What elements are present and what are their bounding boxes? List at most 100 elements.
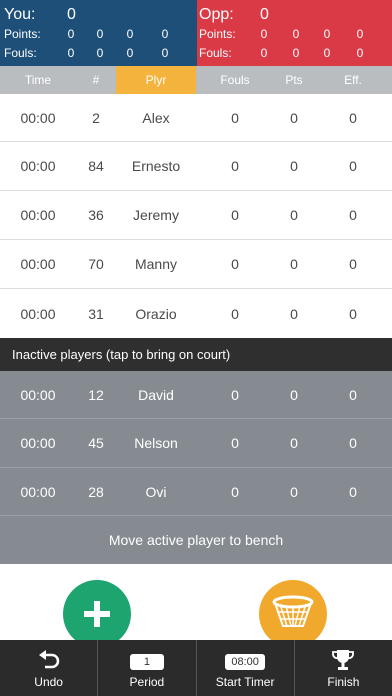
player-points: 0	[290, 109, 298, 126]
inactive-player-row[interactable]: 00:00 12 David 0 0 0	[0, 371, 392, 419]
player-name: Orazio	[135, 305, 177, 322]
team-you-points-q2: 0	[96, 27, 104, 41]
player-fouls: 0	[231, 435, 239, 451]
player-name: Ovi	[145, 483, 167, 500]
player-fouls: 0	[231, 109, 239, 126]
finish-label: Finish	[327, 675, 360, 689]
inactive-players-banner: Inactive players (tap to bring on court)	[0, 338, 392, 371]
active-player-row[interactable]: 00:00 70 Manny 0 0 0	[0, 240, 392, 289]
team-opp-points-q2: 0	[292, 27, 300, 41]
undo-label: Undo	[34, 675, 63, 689]
player-points: 0	[290, 158, 298, 174]
player-points: 0	[290, 386, 298, 403]
period-value: 1	[129, 654, 164, 670]
player-name: David	[138, 386, 174, 403]
player-efficiency: 0	[349, 435, 357, 451]
player-fouls: 0	[231, 207, 239, 223]
start-timer-button[interactable]: 08:00 Start Timer	[197, 640, 295, 696]
player-points: 0	[290, 256, 298, 272]
add-player-button[interactable]	[63, 580, 131, 648]
inactive-player-row[interactable]: 00:00 28 Ovi 0 0 0	[0, 468, 392, 516]
player-points: 0	[290, 305, 298, 322]
player-number: 28	[88, 483, 104, 500]
team-opp-fouls-q1: 0	[260, 46, 268, 60]
team-opp-fouls-q2: 0	[292, 46, 300, 60]
period-label: Period	[129, 675, 165, 689]
column-number[interactable]: #	[76, 66, 116, 94]
player-efficiency: 0	[349, 158, 357, 174]
team-opp-fouls-label: Fouls:	[199, 46, 232, 60]
active-player-row[interactable]: 00:00 84 Ernesto 0 0 0	[0, 142, 392, 191]
player-time: 00:00	[20, 483, 56, 500]
timer-value: 08:00	[225, 654, 265, 670]
player-name: Alex	[142, 109, 170, 126]
player-efficiency: 0	[349, 256, 357, 272]
player-time: 00:00	[20, 109, 56, 126]
active-player-row[interactable]: 00:00 31 Orazio 0 0 0	[0, 289, 392, 338]
player-points: 0	[290, 435, 298, 451]
team-you-label: You:	[4, 6, 36, 23]
player-number: 70	[88, 256, 104, 272]
team-opp-panel: Opp: 0 Points: 0 0 0 0 Fouls: 0 0 0 0	[197, 0, 392, 66]
team-you-fouls-label: Fouls:	[4, 46, 37, 60]
team-opp-points-q3: 0	[323, 27, 331, 41]
column-efficiency[interactable]: Eff.	[314, 66, 392, 94]
column-points[interactable]: Pts	[274, 66, 314, 94]
team-opp-points-q4: 0	[356, 27, 364, 41]
player-number: 31	[88, 305, 104, 322]
player-efficiency: 0	[349, 207, 357, 223]
active-player-row[interactable]: 00:00 36 Jeremy 0 0 0	[0, 191, 392, 240]
player-efficiency: 0	[349, 483, 357, 500]
team-you-points-q1: 0	[67, 27, 75, 41]
team-you-fouls-q4: 0	[161, 46, 169, 60]
move-to-bench-button[interactable]: Move active player to bench	[0, 516, 392, 564]
player-fouls: 0	[231, 256, 239, 272]
player-efficiency: 0	[349, 386, 357, 403]
team-you-fouls-q3: 0	[126, 46, 134, 60]
player-time: 00:00	[20, 386, 56, 403]
player-points: 0	[290, 207, 298, 223]
player-name: Manny	[134, 256, 178, 272]
player-efficiency: 0	[349, 109, 357, 126]
team-opp-points-label: Points:	[199, 27, 236, 41]
team-opp-fouls-q4: 0	[356, 46, 364, 60]
column-fouls[interactable]: Fouls	[196, 66, 274, 94]
player-time: 00:00	[20, 158, 56, 174]
player-number: 2	[92, 109, 100, 126]
team-you-points-q3: 0	[126, 27, 134, 41]
column-player[interactable]: Plyr	[116, 66, 196, 94]
player-number: 12	[88, 386, 104, 403]
player-time: 00:00	[20, 435, 56, 451]
team-opp-label: Opp:	[199, 6, 234, 23]
active-player-row[interactable]: 00:00 2 Alex 0 0 0	[0, 94, 392, 142]
team-opp-fouls-q3: 0	[323, 46, 331, 60]
column-header: Time # Plyr Fouls Pts Eff.	[0, 66, 392, 94]
plus-icon	[84, 601, 110, 627]
player-fouls: 0	[231, 305, 239, 322]
inactive-player-row[interactable]: 00:00 45 Nelson 0 0 0	[0, 419, 392, 468]
undo-button[interactable]: Undo	[0, 640, 99, 696]
column-time[interactable]: Time	[0, 66, 76, 94]
player-number: 45	[88, 435, 104, 451]
team-you-points-q4: 0	[161, 27, 169, 41]
trophy-icon	[331, 649, 355, 671]
basket-button[interactable]	[259, 580, 327, 648]
player-fouls: 0	[231, 483, 239, 500]
player-fouls: 0	[231, 158, 239, 174]
team-you-panel: You: 0 Points: 0 0 0 0 Fouls: 0 0 0 0	[0, 0, 197, 66]
period-button[interactable]: 1 Period	[98, 640, 197, 696]
finish-button[interactable]: Finish	[295, 640, 392, 696]
undo-icon	[37, 649, 61, 671]
team-you-fouls-q1: 0	[67, 46, 75, 60]
team-you-points-label: Points:	[4, 27, 41, 41]
player-name: Nelson	[134, 435, 178, 451]
team-opp-score: 0	[260, 6, 269, 23]
bottom-toolbar: Undo 1 Period 08:00 Start Timer Finish	[0, 640, 392, 696]
basketball-hoop-icon	[272, 595, 314, 627]
player-fouls: 0	[231, 386, 239, 403]
scoreboard: You: 0 Points: 0 0 0 0 Fouls: 0 0 0 0 Op…	[0, 0, 392, 66]
team-you-fouls-q2: 0	[96, 46, 104, 60]
player-number: 84	[88, 158, 104, 174]
player-time: 00:00	[20, 256, 56, 272]
player-efficiency: 0	[349, 305, 357, 322]
